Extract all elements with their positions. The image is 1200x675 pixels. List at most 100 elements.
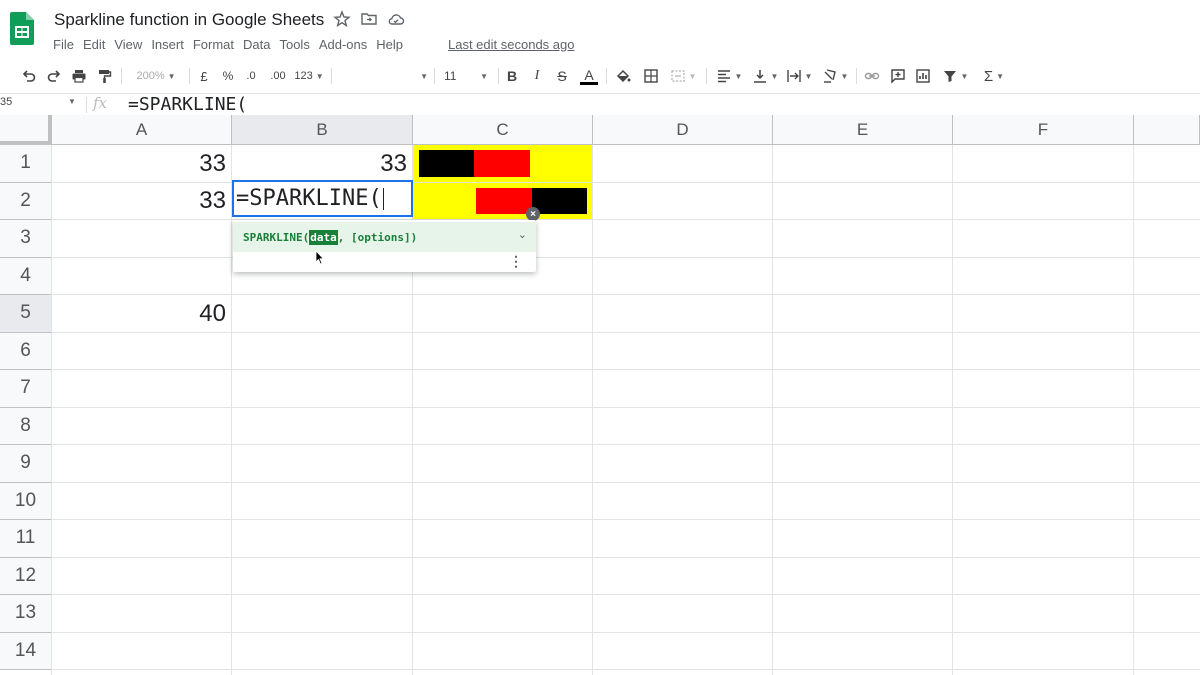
column-gridline	[592, 145, 593, 675]
column-header-a[interactable]: A	[52, 115, 232, 145]
paint-format-icon[interactable]	[95, 65, 113, 87]
row-header-2[interactable]: 2	[0, 182, 52, 220]
row-header-8[interactable]: 8	[0, 407, 52, 445]
name-box-value: 35	[0, 96, 13, 108]
active-argument: data	[309, 229, 338, 245]
formula-input[interactable]: =SPARKLINE(	[128, 94, 247, 115]
google-sheets-logo-icon[interactable]	[10, 12, 34, 45]
zoom-caret-icon: ▼	[167, 71, 176, 81]
bold-button[interactable]: B	[504, 65, 520, 87]
row-header-11[interactable]: 11	[0, 520, 52, 558]
cell-a5[interactable]: 40	[52, 295, 232, 333]
row-header-10[interactable]: 10	[0, 482, 52, 520]
more-formats-button[interactable]: 123 ▼	[292, 65, 326, 87]
name-box[interactable]: 35 ▼	[0, 96, 82, 114]
function-signature[interactable]: SPARKLINE(data, [options])	[233, 222, 536, 252]
fx-icon: fx	[93, 94, 108, 112]
title-bar: Sparkline function in Google Sheets File…	[0, 0, 1200, 60]
column-gridline	[231, 145, 232, 675]
font-size-select[interactable]: 11 ▼	[440, 65, 492, 87]
menu-insert[interactable]: Insert	[151, 37, 184, 52]
strikethrough-button[interactable]: S	[554, 65, 570, 87]
functions-button[interactable]: Σ ▼	[980, 65, 1008, 87]
menu-edit[interactable]: Edit	[83, 37, 105, 52]
row-gridline	[52, 369, 1200, 370]
column-header-g[interactable]	[1134, 115, 1200, 145]
sheet-grid[interactable]: ABCDEF12345678910111213143333333340	[0, 115, 1200, 675]
menu-add-ons[interactable]: Add-ons	[319, 37, 367, 52]
percent-button[interactable]: %	[220, 65, 236, 87]
font-family-select[interactable]: ▼	[336, 65, 428, 87]
menu-tools[interactable]: Tools	[279, 37, 309, 52]
row-header-6[interactable]: 6	[0, 332, 52, 370]
row-gridline	[52, 556, 1200, 558]
text-color-button[interactable]: A	[579, 65, 599, 87]
font-size-caret-icon: ▼	[480, 71, 488, 81]
document-title[interactable]: Sparkline function in Google Sheets	[54, 10, 324, 30]
redo-icon[interactable]	[45, 65, 63, 87]
toolbar: 200% ▼ £ % .0 .00 123 ▼ ▼ 11 ▼ B I S A ▼ ▼ …	[0, 62, 1200, 90]
name-box-caret-icon: ▼	[68, 97, 76, 106]
row-header-12[interactable]: 12	[0, 557, 52, 595]
sparkline-bar-segment	[476, 187, 532, 214]
formula-bar: 35 ▼ fx =SPARKLINE(	[0, 93, 1200, 115]
column-gridline	[1133, 145, 1134, 675]
row-header-4[interactable]: 4	[0, 257, 52, 295]
column-header-c[interactable]: C	[413, 115, 593, 145]
more-options-icon[interactable]: ⋮	[509, 254, 523, 268]
row-gridline	[52, 519, 1200, 520]
row-header-7[interactable]: 7	[0, 370, 52, 408]
vertical-align-icon[interactable]: ▼	[750, 65, 780, 87]
decrease-decimal-button[interactable]: .0	[241, 65, 261, 87]
filter-icon[interactable]: ▼	[940, 65, 970, 87]
insert-link-icon[interactable]	[863, 65, 881, 87]
more-formats-caret-icon: ▼	[315, 71, 324, 81]
row-header-13[interactable]: 13	[0, 595, 52, 633]
currency-button[interactable]: £	[196, 65, 212, 87]
cloud-status-icon[interactable]	[387, 10, 405, 28]
menu-view[interactable]: View	[114, 37, 142, 52]
active-cell-editor[interactable]: =SPARKLINE(	[232, 180, 413, 217]
fill-color-icon[interactable]	[614, 65, 632, 87]
menu-help[interactable]: Help	[376, 37, 403, 52]
zoom-select[interactable]: 200% ▼	[130, 65, 182, 87]
insert-chart-icon[interactable]	[914, 65, 932, 87]
close-suggestion-icon[interactable]: ×	[526, 207, 540, 221]
text-cursor	[382, 187, 384, 210]
row-header-14[interactable]: 14	[0, 632, 52, 670]
last-edit-link[interactable]: Last edit seconds ago	[448, 37, 574, 52]
column-header-b[interactable]: B	[232, 115, 413, 145]
expand-chevron-icon[interactable]: ⌄	[518, 228, 527, 241]
menu-format[interactable]: Format	[193, 37, 234, 52]
italic-button[interactable]: I	[529, 65, 545, 87]
column-header-e[interactable]: E	[773, 115, 953, 145]
column-header-d[interactable]: D	[593, 115, 773, 145]
cell-a1[interactable]: 33	[52, 145, 232, 183]
horizontal-align-icon[interactable]: ▼	[714, 65, 744, 87]
row-gridline	[52, 406, 1200, 408]
column-header-f[interactable]: F	[953, 115, 1134, 145]
cell-b1[interactable]: 33	[232, 145, 413, 183]
borders-icon[interactable]	[642, 65, 660, 87]
row-header-9[interactable]: 9	[0, 445, 52, 483]
row-gridline	[52, 444, 1200, 445]
increase-decimal-button[interactable]: .00	[267, 65, 289, 87]
row-header-3[interactable]: 3	[0, 220, 52, 258]
row-header-5[interactable]: 5	[0, 295, 52, 333]
row-gridline	[52, 669, 1200, 670]
menu-file[interactable]: File	[53, 37, 74, 52]
text-rotation-icon[interactable]: ▼	[820, 65, 850, 87]
row-header-1[interactable]: 1	[0, 145, 52, 183]
cell-a2[interactable]: 33	[52, 183, 232, 221]
merge-cells-icon[interactable]: ▼	[668, 65, 698, 87]
row-gridline	[52, 594, 1200, 595]
undo-icon[interactable]	[20, 65, 38, 87]
insert-comment-icon[interactable]	[889, 65, 907, 87]
text-wrapping-icon[interactable]: ▼	[784, 65, 814, 87]
star-icon[interactable]	[333, 10, 351, 28]
select-all-corner[interactable]	[0, 115, 52, 145]
move-folder-icon[interactable]	[360, 10, 378, 28]
menu-data[interactable]: Data	[243, 37, 270, 52]
row-gridline	[52, 631, 1200, 633]
print-icon[interactable]	[70, 65, 88, 87]
